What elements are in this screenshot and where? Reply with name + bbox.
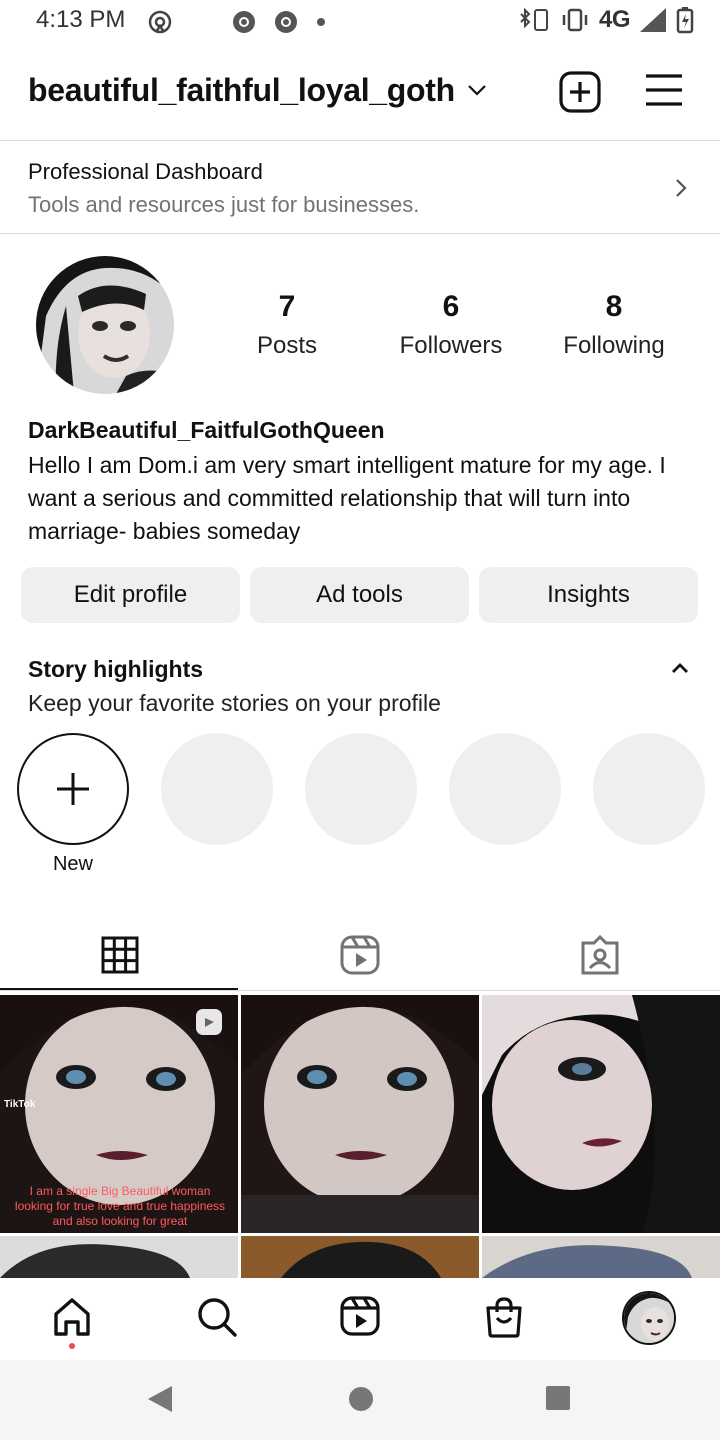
post-photo: [241, 995, 479, 1233]
post-photo: [482, 995, 720, 1233]
highlight-placeholder: [305, 733, 417, 845]
bio: Hello I am Dom.i am very smart intellige…: [28, 452, 666, 544]
post-tile[interactable]: TikTok I am a single Big Beautiful woman…: [0, 995, 238, 1233]
status-left-icons: [146, 8, 328, 36]
status-bar: 4:13 PM 4G: [0, 0, 720, 44]
stat-followers[interactable]: 6 Followers: [376, 290, 526, 360]
active-tab-indicator: [0, 988, 238, 990]
status-right: 4G: [517, 6, 694, 34]
post-caption-overlay: I am a single Big Beautiful woman lookin…: [14, 1184, 226, 1228]
tab-reels[interactable]: [240, 920, 480, 990]
menu-icon[interactable]: [644, 72, 684, 108]
display-name: DarkBeautiful_FaitfulGothQueen: [28, 417, 385, 443]
new-highlight-button[interactable]: [17, 733, 129, 845]
post-tile[interactable]: [241, 1236, 479, 1278]
grid-icon: [101, 936, 139, 974]
post-tile[interactable]: [482, 1236, 720, 1278]
chevron-down-icon[interactable]: [466, 82, 488, 98]
profile-avatar[interactable]: [36, 256, 174, 394]
profile-photo: [36, 256, 174, 394]
professional-dashboard[interactable]: Professional Dashboard Tools and resourc…: [0, 140, 720, 234]
hotspot-icon: [148, 10, 172, 34]
bluetooth-vibrate-icon: [520, 7, 548, 31]
post-photo: [482, 1236, 720, 1278]
followers-count: 6: [442, 290, 460, 323]
android-navigation-bar: [0, 1360, 720, 1440]
reels-icon[interactable]: [340, 1296, 380, 1336]
highlight-placeholder: [449, 733, 561, 845]
reels-icon: [340, 935, 380, 975]
following-count: 8: [605, 290, 623, 323]
stat-posts[interactable]: 7 Posts: [212, 290, 362, 360]
new-highlight-label: New: [52, 853, 93, 875]
back-icon[interactable]: [146, 1384, 174, 1414]
highlight-placeholder: [161, 733, 273, 845]
post-tile[interactable]: [482, 995, 720, 1233]
following-label: Following: [563, 332, 665, 359]
followers-label: Followers: [399, 332, 503, 359]
highlights-subtitle: Keep your favorite stories on your profi…: [28, 690, 441, 716]
post-tile[interactable]: [0, 1236, 238, 1278]
chevron-right-icon: [676, 179, 687, 197]
chrome-icon: [275, 11, 297, 33]
posts-count: 7: [278, 290, 296, 323]
shop-icon[interactable]: [484, 1296, 524, 1338]
reel-indicator-icon: [196, 1009, 222, 1035]
chevron-up-icon[interactable]: [670, 661, 690, 675]
notification-dot: [69, 1343, 75, 1349]
stat-following[interactable]: 8 Following: [539, 290, 689, 360]
dashboard-subtitle: Tools and resources just for businesses.: [28, 192, 420, 217]
insights-button[interactable]: Insights: [479, 567, 698, 623]
account-switcher[interactable]: beautiful_faithful_loyal_goth: [28, 72, 455, 109]
status-time: 4:13 PM: [36, 6, 126, 33]
highlight-placeholder: [593, 733, 705, 845]
home-icon[interactable]: [52, 1296, 92, 1338]
profile-tab-avatar[interactable]: [622, 1291, 676, 1345]
post-tile[interactable]: [241, 995, 479, 1233]
tagged-icon: [581, 935, 619, 975]
battery-icon: [676, 7, 694, 34]
vibrate-icon: [562, 8, 588, 32]
ad-tools-button[interactable]: Ad tools: [250, 567, 469, 623]
signal-icon: [640, 8, 666, 32]
posts-label: Posts: [256, 332, 318, 359]
home-button-icon[interactable]: [347, 1385, 375, 1413]
highlights-title: Story highlights: [28, 656, 204, 682]
chrome-icon: [233, 11, 255, 33]
edit-profile-button[interactable]: Edit profile: [21, 567, 240, 623]
post-photo: [241, 1236, 479, 1278]
network-type: 4G: [598, 6, 631, 33]
recents-icon[interactable]: [545, 1385, 571, 1411]
dashboard-title: Professional Dashboard: [28, 159, 263, 184]
create-post-icon[interactable]: [558, 70, 602, 114]
search-icon[interactable]: [196, 1296, 238, 1338]
tiktok-watermark: TikTok: [4, 1099, 36, 1110]
tab-divider: [0, 990, 720, 991]
more-notifications-icon: [317, 18, 325, 26]
tab-posts-grid[interactable]: [0, 920, 240, 990]
profile-header: beautiful_faithful_loyal_goth: [0, 56, 720, 130]
tab-tagged[interactable]: [480, 920, 720, 990]
post-photo: [0, 1236, 238, 1278]
plus-icon: [57, 773, 89, 805]
bottom-navigation: [0, 1278, 720, 1360]
